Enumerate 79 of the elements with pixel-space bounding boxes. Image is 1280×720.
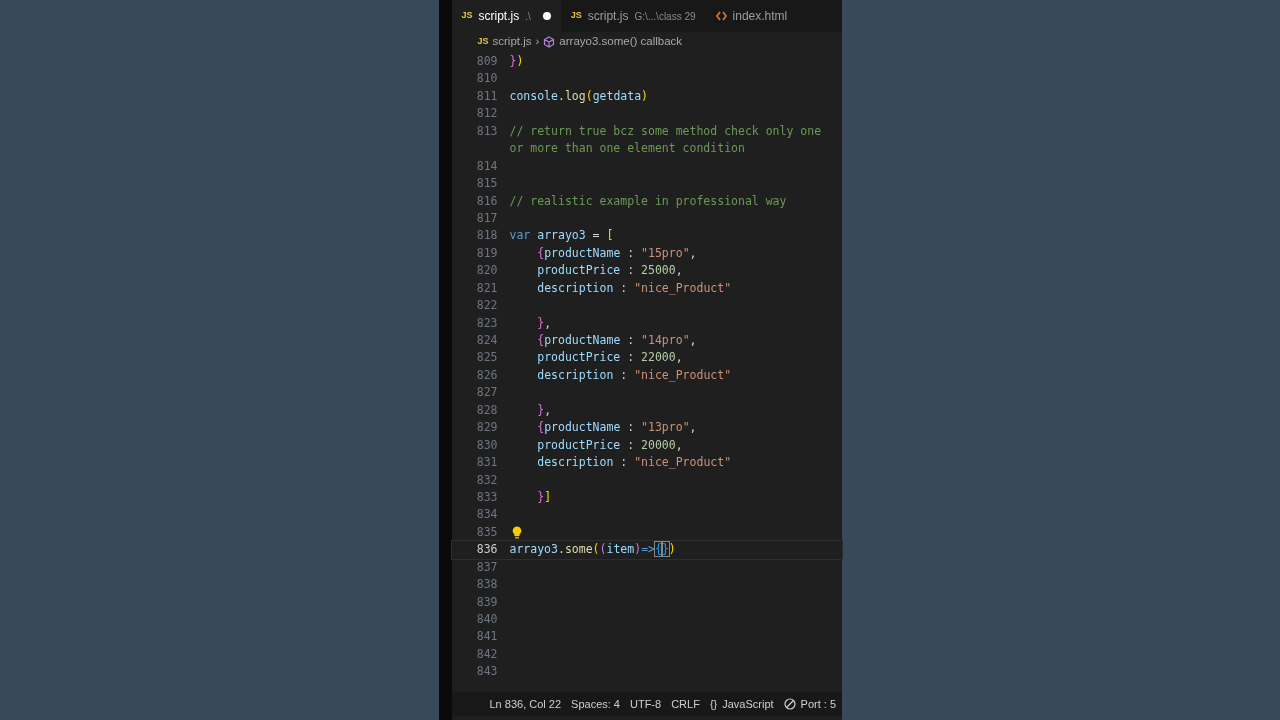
line-number: 825 — [475, 349, 498, 367]
line-number: 812 — [475, 105, 498, 123]
js-file-icon: JS — [570, 9, 582, 23]
line-number: 830 — [475, 436, 498, 454]
status-item[interactable]: CRLF — [671, 695, 700, 713]
line-number: 819 — [475, 244, 498, 262]
status-item[interactable]: {} JavaScript — [709, 695, 774, 713]
line-number: 836 — [475, 541, 498, 559]
line-number: 827 — [475, 384, 498, 402]
line-number: 817 — [475, 209, 498, 227]
line-number: 831 — [475, 454, 498, 472]
line-number: 826 — [475, 366, 498, 384]
line-number: 838 — [475, 576, 498, 594]
breadcrumb-item[interactable]: script.js — [492, 33, 532, 51]
braces-icon: {} — [709, 695, 718, 713]
editor-tab[interactable]: JS script.js .\ — [451, 0, 561, 32]
status-item[interactable]: Port : 5 — [783, 695, 837, 713]
line-number: 837 — [475, 558, 498, 576]
line-number: 840 — [475, 611, 498, 628]
line-number: 822 — [475, 297, 498, 315]
line-number: 810 — [475, 70, 498, 88]
code-line: {productName : "13pro", — [536, 419, 698, 437]
line-number: 832 — [475, 471, 498, 489]
unsaved-dot — [542, 12, 551, 20]
code-line: }, — [536, 401, 553, 419]
line-number: 815 — [475, 175, 498, 193]
code-line: console.log(getdata) — [509, 87, 650, 105]
status-label: JavaScript — [722, 696, 774, 712]
breadcrumb-item[interactable]: arrayo3.some() callback — [559, 33, 683, 51]
line-number: 841 — [475, 628, 498, 646]
js-file-icon: JS — [477, 35, 489, 49]
line-number: 829 — [475, 419, 498, 437]
status-label: Port : 5 — [800, 696, 837, 712]
code-line: // return true bcz some method check only one or more than one element condition — [509, 122, 823, 158]
line-number: 809 — [475, 53, 498, 70]
code-line: }, — [536, 314, 553, 332]
line-number: 843 — [475, 663, 498, 681]
code-line: }) — [509, 53, 525, 70]
code-line: {productName : "14pro", — [536, 332, 698, 349]
code-line: // realistic example in professional way — [509, 192, 788, 210]
line-number: 821 — [475, 279, 498, 297]
html-file-icon — [715, 11, 727, 21]
lightbulb-icon[interactable] — [511, 525, 522, 539]
line-number: 839 — [475, 593, 498, 611]
code-line: description : "nice_Product" — [536, 366, 733, 384]
status-item[interactable]: Ln 836, Col 22 — [489, 695, 562, 713]
code-line: description : "nice_Product" — [536, 454, 733, 472]
cube-icon — [543, 36, 556, 48]
prohibited-icon — [783, 698, 796, 710]
tab-label: index.html — [732, 8, 788, 25]
line-number: 833 — [475, 488, 498, 506]
code-line: productPrice : 20000, — [536, 436, 684, 454]
line-number: 835 — [475, 523, 498, 541]
line-number: 811 — [475, 87, 498, 105]
tab-label: script.js — [478, 8, 520, 25]
line-number: 813 — [475, 122, 498, 140]
line-number: 842 — [475, 645, 498, 663]
code-line: arrayo3.some((item)=>{}) — [509, 541, 677, 559]
code-line: productPrice : 25000, — [536, 262, 684, 280]
line-number: 834 — [475, 506, 498, 524]
line-number: 814 — [475, 157, 498, 175]
status-item[interactable]: Spaces: 4 — [571, 695, 620, 713]
tab-description: G:\...\class 29 — [634, 9, 696, 24]
tab-label: script.js — [587, 8, 629, 25]
line-number: 824 — [475, 332, 498, 349]
line-number: 820 — [475, 262, 498, 280]
status-item[interactable]: UTF-8 — [630, 695, 662, 713]
code-line: }] — [536, 488, 553, 506]
tab-description: .\ — [525, 9, 531, 24]
js-file-icon: JS — [461, 9, 473, 23]
line-number: 823 — [475, 314, 498, 332]
code-line: productPrice : 22000, — [536, 349, 684, 367]
line-number: 816 — [475, 192, 498, 210]
breadcrumb-separator: › — [535, 34, 540, 50]
code-line: {productName : "15pro", — [536, 244, 698, 262]
code-line: description : "nice_Product" — [536, 279, 733, 297]
line-number: 818 — [475, 227, 498, 245]
line-number: 828 — [475, 401, 498, 419]
code-line: var arrayo3 = [ — [509, 227, 615, 245]
